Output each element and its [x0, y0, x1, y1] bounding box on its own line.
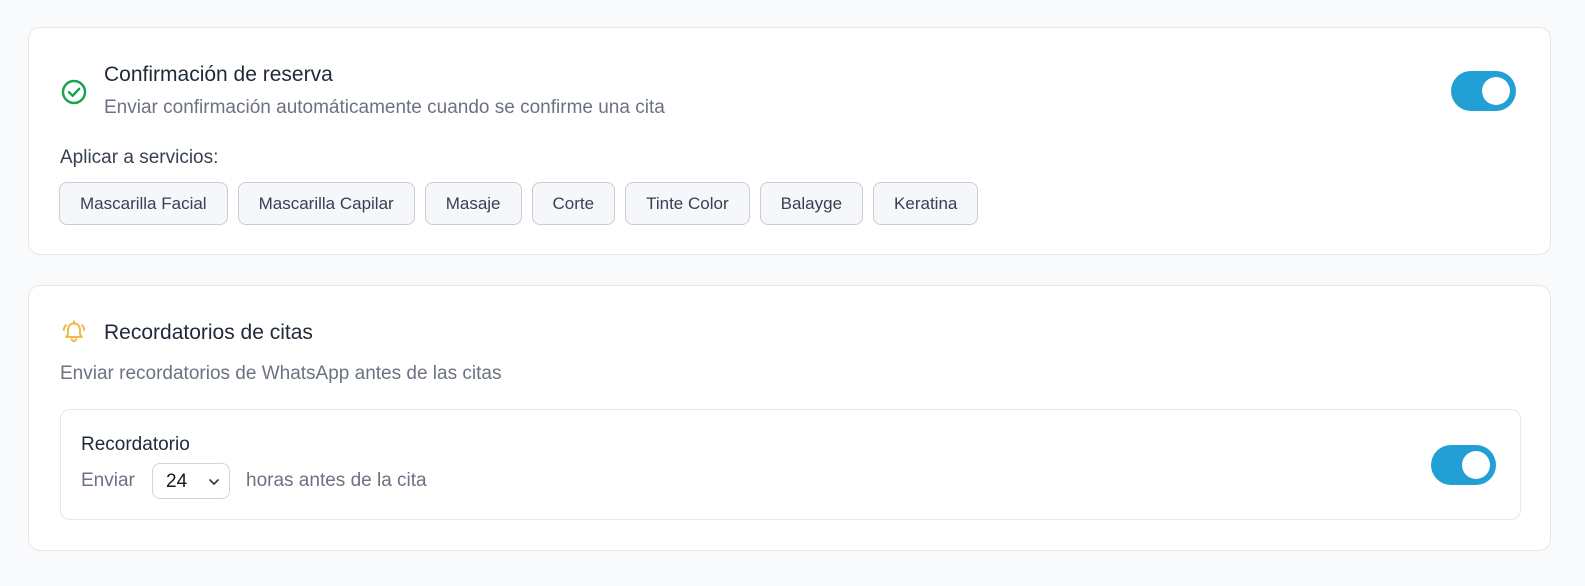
reminder-hours-select[interactable]: 24	[152, 463, 230, 499]
appointment-reminders-card: Recordatorios de citas Enviar recordator…	[28, 285, 1551, 551]
chevron-down-icon	[209, 479, 219, 485]
booking-confirmation-card: Confirmación de reserva Enviar confirmac…	[28, 27, 1551, 255]
toggle-knob	[1462, 451, 1490, 479]
service-chip-tinte-color[interactable]: Tinte Color	[625, 182, 750, 225]
service-chip-corte[interactable]: Corte	[531, 182, 616, 225]
service-chip-balayge[interactable]: Balayge	[759, 182, 864, 225]
service-chip-mascarilla-capilar[interactable]: Mascarilla Capilar	[237, 182, 415, 225]
reminder-send-prefix: Enviar	[81, 470, 135, 491]
reminder-row: Recordatorio Enviar 24 horas antes de la…	[60, 409, 1521, 520]
booking-confirmation-title: Confirmación de reserva	[104, 63, 333, 86]
reminder-hours-value: 24	[166, 471, 188, 492]
service-chip-list: Mascarilla Facial Mascarilla Capilar Mas…	[59, 182, 979, 225]
service-chip-mascarilla-facial[interactable]: Mascarilla Facial	[59, 182, 228, 225]
bell-icon	[62, 320, 86, 343]
reminder-send-suffix: horas antes de la cita	[246, 470, 427, 491]
check-circle-icon	[61, 79, 87, 105]
booking-confirmation-toggle[interactable]	[1451, 71, 1516, 111]
toggle-knob	[1482, 77, 1510, 105]
appointment-reminders-title: Recordatorios de citas	[104, 321, 313, 344]
appointment-reminders-description: Enviar recordatorios de WhatsApp antes d…	[60, 363, 502, 384]
notification-settings-page: Confirmación de reserva Enviar confirmac…	[0, 0, 1585, 586]
service-chip-masaje[interactable]: Masaje	[424, 182, 522, 225]
reminder-toggle[interactable]	[1431, 445, 1496, 485]
service-chip-keratina[interactable]: Keratina	[873, 182, 979, 225]
apply-to-services-label: Aplicar a servicios:	[60, 147, 219, 168]
reminder-label: Recordatorio	[81, 434, 190, 455]
booking-confirmation-description: Enviar confirmación automáticamente cuan…	[104, 97, 665, 118]
